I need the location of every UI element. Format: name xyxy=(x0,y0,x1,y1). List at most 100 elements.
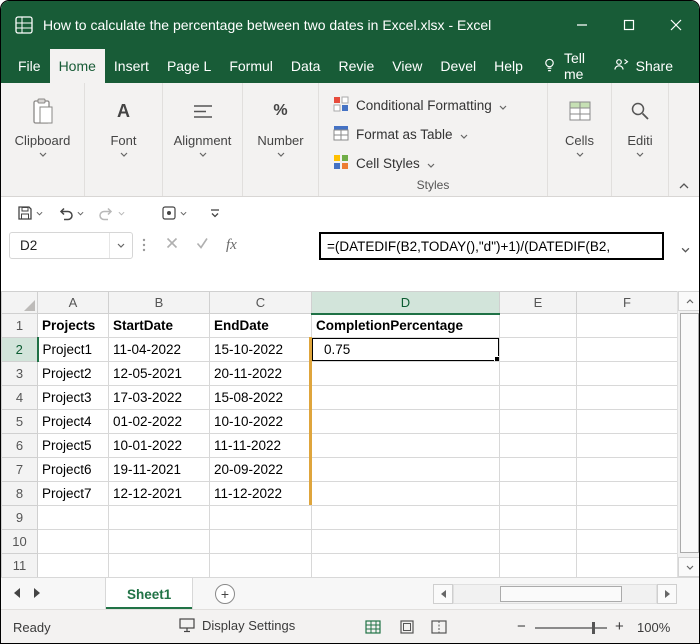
cell-d10[interactable] xyxy=(311,529,500,554)
cell-c7[interactable]: 20-09-2022 xyxy=(209,457,312,482)
row-header-11[interactable]: 11 xyxy=(1,553,38,578)
touch-mode-button[interactable] xyxy=(157,201,191,225)
zoom-out-button[interactable]: − xyxy=(517,618,526,635)
collapse-ribbon-button[interactable] xyxy=(679,183,689,189)
cell-a7[interactable]: Project6 xyxy=(37,457,109,482)
zoom-slider[interactable] xyxy=(535,622,607,634)
cell-e4[interactable] xyxy=(499,385,577,410)
cell-e3[interactable] xyxy=(499,361,577,386)
tab-review[interactable]: Revie xyxy=(329,49,383,83)
cell-b3[interactable]: 12-05-2021 xyxy=(108,361,210,386)
cell-b1[interactable]: StartDate xyxy=(108,313,210,338)
row-header-5[interactable]: 5 xyxy=(1,409,38,434)
cell-e7[interactable] xyxy=(499,457,577,482)
cell-e6[interactable] xyxy=(499,433,577,458)
cell-d2[interactable]: 0.75 xyxy=(311,337,500,362)
cell-d1[interactable]: CompletionPercentage xyxy=(311,313,500,338)
ribbon-group-clipboard[interactable]: Clipboard xyxy=(1,83,85,196)
cell-d4[interactable] xyxy=(311,385,500,410)
column-header-a[interactable]: A xyxy=(37,291,109,314)
undo-button[interactable] xyxy=(53,201,88,225)
cell-e8[interactable] xyxy=(499,481,577,506)
formula-input[interactable]: =(DATEDIF(B2,TODAY(),"d")+1)/(DATEDIF(B2… xyxy=(319,232,664,260)
close-button[interactable] xyxy=(652,1,699,49)
name-box-resize-handle[interactable] xyxy=(142,237,146,258)
cell-b9[interactable] xyxy=(108,505,210,530)
scroll-up-icon[interactable] xyxy=(678,291,699,311)
previous-sheet-icon[interactable] xyxy=(13,587,21,599)
select-all-button[interactable] xyxy=(1,291,38,314)
cell-d6[interactable] xyxy=(311,433,500,458)
horizontal-scrollbar[interactable] xyxy=(453,584,657,604)
cell-c1[interactable]: EndDate xyxy=(209,313,312,338)
cell-f1[interactable] xyxy=(576,313,678,338)
format-as-table-button[interactable]: Format as Table xyxy=(333,120,547,149)
page-break-view-button[interactable] xyxy=(431,620,447,634)
tab-home[interactable]: Home xyxy=(49,49,105,83)
cell-e1[interactable] xyxy=(499,313,577,338)
cell-f7[interactable] xyxy=(576,457,678,482)
cell-a1[interactable]: Projects xyxy=(37,313,109,338)
page-layout-view-button[interactable] xyxy=(399,620,415,634)
scroll-down-icon[interactable] xyxy=(678,557,699,577)
tab-formulas[interactable]: Formul xyxy=(220,49,282,83)
ribbon-group-font[interactable]: A Font xyxy=(85,83,163,196)
column-header-d[interactable]: D xyxy=(311,291,500,315)
cell-a4[interactable]: Project3 xyxy=(37,385,109,410)
save-button[interactable] xyxy=(13,201,47,225)
cell-b4[interactable]: 17-03-2022 xyxy=(108,385,210,410)
minimize-button[interactable] xyxy=(558,1,605,49)
scroll-right-icon[interactable] xyxy=(657,584,677,604)
cell-b5[interactable]: 01-02-2022 xyxy=(108,409,210,434)
cell-c6[interactable]: 11-11-2022 xyxy=(209,433,312,458)
column-header-b[interactable]: B xyxy=(108,291,210,314)
cell-c8[interactable]: 11-12-2022 xyxy=(209,481,312,506)
cell-e2[interactable] xyxy=(499,337,577,362)
cell-b2[interactable]: 11-04-2022 xyxy=(108,337,210,362)
cell-d3[interactable] xyxy=(311,361,500,386)
chevron-down-icon[interactable] xyxy=(109,233,132,258)
cell-f9[interactable] xyxy=(576,505,678,530)
insert-function-icon[interactable]: fx xyxy=(226,237,237,254)
row-header-2[interactable]: 2 xyxy=(1,337,39,362)
cell-d8[interactable] xyxy=(311,481,500,506)
expand-formula-bar-icon[interactable] xyxy=(681,240,690,258)
sheet-tab-sheet1[interactable]: Sheet1 xyxy=(105,578,194,610)
tab-file[interactable]: File xyxy=(9,49,50,83)
cell-f4[interactable] xyxy=(576,385,678,410)
new-sheet-button[interactable]: + xyxy=(215,584,235,604)
cell-c2[interactable]: 15-10-2022 xyxy=(209,337,312,362)
ribbon-group-editing[interactable]: Editi xyxy=(612,83,669,196)
share-button[interactable]: Share xyxy=(603,49,683,83)
tab-view[interactable]: View xyxy=(383,49,431,83)
cell-c10[interactable] xyxy=(209,529,312,554)
tab-help[interactable]: Help xyxy=(485,49,532,83)
vertical-scrollbar[interactable] xyxy=(677,291,699,577)
column-header-f[interactable]: F xyxy=(576,291,678,314)
zoom-in-button[interactable]: + xyxy=(615,618,624,635)
enter-icon[interactable] xyxy=(196,237,209,249)
row-header-6[interactable]: 6 xyxy=(1,433,38,458)
cell-e9[interactable] xyxy=(499,505,577,530)
display-settings-button[interactable]: Display Settings xyxy=(179,618,295,633)
cell-a10[interactable] xyxy=(37,529,109,554)
vertical-scroll-thumb[interactable] xyxy=(680,313,699,553)
normal-view-button[interactable] xyxy=(365,620,381,634)
cell-b11[interactable] xyxy=(108,553,210,578)
cancel-icon[interactable] xyxy=(166,237,178,249)
redo-button[interactable] xyxy=(94,201,129,225)
cell-e10[interactable] xyxy=(499,529,577,554)
cell-b8[interactable]: 12-12-2021 xyxy=(108,481,210,506)
cell-c4[interactable]: 15-08-2022 xyxy=(209,385,312,410)
column-header-c[interactable]: C xyxy=(209,291,312,314)
cell-c5[interactable]: 10-10-2022 xyxy=(209,409,312,434)
cell-a6[interactable]: Project5 xyxy=(37,433,109,458)
row-header-9[interactable]: 9 xyxy=(1,505,38,530)
tell-me-button[interactable]: Tell me xyxy=(532,49,603,83)
maximize-button[interactable] xyxy=(605,1,652,49)
cell-c11[interactable] xyxy=(209,553,312,578)
row-header-3[interactable]: 3 xyxy=(1,361,38,386)
cell-a3[interactable]: Project2 xyxy=(37,361,109,386)
cell-styles-button[interactable]: Cell Styles xyxy=(333,149,547,178)
row-header-10[interactable]: 10 xyxy=(1,529,38,554)
